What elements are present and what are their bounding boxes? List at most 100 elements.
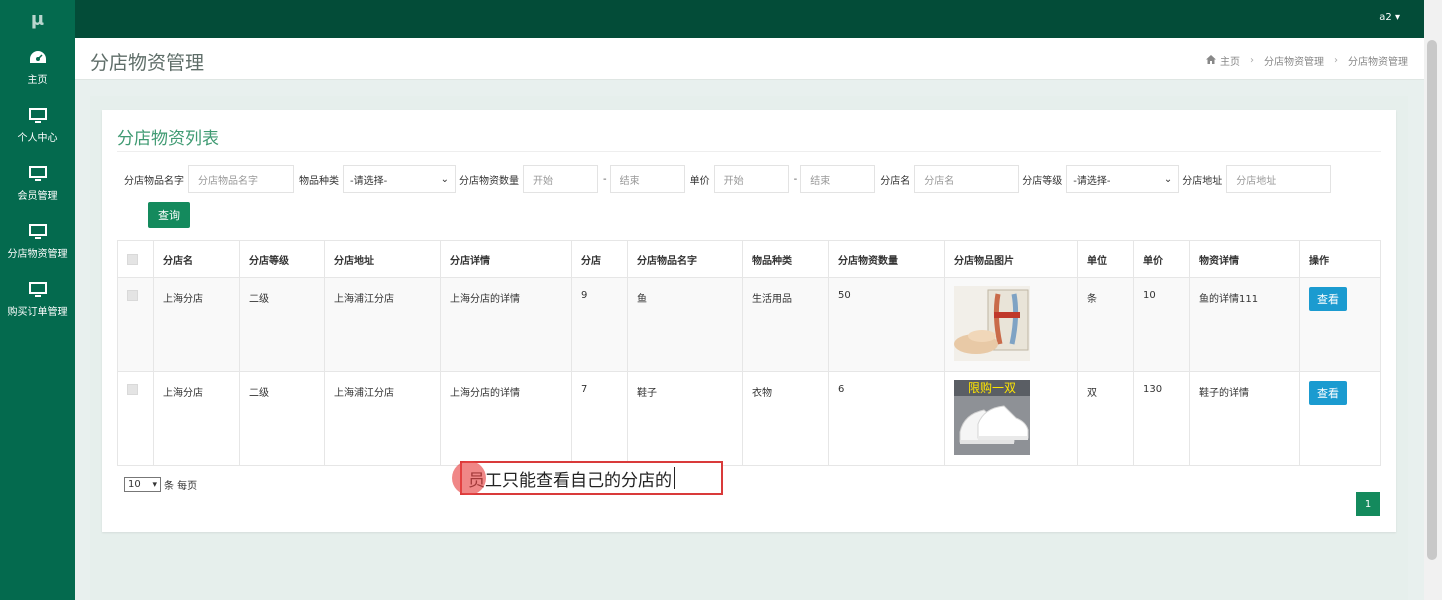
- cell-quantity: 6: [828, 371, 945, 466]
- breadcrumb-level1[interactable]: 分店物资管理: [1264, 53, 1324, 68]
- cell-branch: 上海分店: [153, 371, 240, 466]
- branch-name-input[interactable]: 分店名: [914, 165, 1020, 193]
- user-menu[interactable]: a2 ▾: [1379, 12, 1400, 23]
- list-card: 分店物资列表 分店物品名字 分店物品名字 物品种类 -请选择- ⌄ 分店物资数量…: [102, 110, 1396, 532]
- row-select-cell: [117, 371, 154, 466]
- sidebar-item-label: 购买订单管理: [7, 306, 68, 318]
- sidebar-item-home[interactable]: 主页: [0, 38, 75, 96]
- select-all-cell: [117, 240, 154, 278]
- cell-level: 二级: [239, 371, 325, 466]
- supplies-table: 分店名 分店等级 分店地址 分店详情 分店 分店物品名字 物品种类 分店物资数量…: [117, 240, 1381, 466]
- cell-price: 10: [1133, 277, 1190, 372]
- monitor-icon: [28, 107, 48, 125]
- sidebar-item-orders[interactable]: 购买订单管理: [0, 270, 75, 328]
- filter-label-branch: 分店名: [880, 175, 911, 187]
- level-selected: -请选择-: [1073, 175, 1111, 187]
- page-size-select[interactable]: 10 ▾: [124, 477, 161, 492]
- sidebar-item-label: 个人中心: [17, 132, 58, 144]
- table-row: 上海分店 二级 上海浦江分店 上海分店的详情 9 鱼 生活用品 50 条 10 …: [117, 277, 1381, 372]
- text-caret: [674, 467, 675, 489]
- column-header[interactable]: 分店等级: [239, 240, 325, 278]
- annotation-textbox[interactable]: 员工只能查看自己的分店的: [460, 461, 723, 495]
- divider: [117, 151, 1381, 152]
- page-scrollbar[interactable]: [1424, 0, 1442, 600]
- cell-unit: 双: [1077, 371, 1134, 466]
- column-header[interactable]: 分店物品名字: [627, 240, 743, 278]
- sidebar-item-profile[interactable]: 个人中心: [0, 96, 75, 154]
- chevron-down-icon: ⌄: [1163, 173, 1173, 185]
- dashboard-icon: [28, 49, 48, 67]
- breadcrumb: 主页 › 分店物资管理 › 分店物资管理: [1206, 53, 1408, 68]
- cell-level: 二级: [239, 277, 325, 372]
- filter-label-quantity: 分店物资数量: [459, 175, 519, 187]
- fish-image: [954, 286, 1030, 361]
- cell-action: 查看: [1299, 371, 1381, 466]
- cell-detail: 上海分店的详情: [440, 277, 572, 372]
- scrollbar-thumb[interactable]: [1427, 40, 1437, 560]
- home-icon: [1206, 54, 1216, 67]
- column-header[interactable]: 分店: [571, 240, 628, 278]
- level-select[interactable]: -请选择- ⌄: [1066, 165, 1180, 193]
- column-header[interactable]: 分店详情: [440, 240, 572, 278]
- address-input[interactable]: 分店地址: [1226, 165, 1332, 193]
- cell-unit: 条: [1077, 277, 1134, 372]
- sidebar-item-label: 主页: [27, 74, 48, 86]
- column-header[interactable]: 分店名: [153, 240, 240, 278]
- page-header: 分店物资管理 主页 › 分店物资管理 › 分店物资管理: [75, 38, 1424, 80]
- price-from-input[interactable]: 开始: [713, 165, 789, 193]
- column-header[interactable]: 分店地址: [324, 240, 441, 278]
- view-button[interactable]: 查看: [1309, 287, 1347, 311]
- column-header: 操作: [1299, 240, 1381, 278]
- category-select[interactable]: -请选择- ⌄: [343, 165, 456, 193]
- annotation-text: 员工只能查看自己的分店的: [468, 470, 672, 491]
- table-row: 上海分店 二级 上海浦江分店 上海分店的详情 7 鞋子 衣物 6 限购一双 双 …: [117, 371, 1381, 466]
- chevron-down-icon: ▾: [152, 479, 157, 490]
- page-title: 分店物资管理: [90, 52, 205, 74]
- cell-detail: 上海分店的详情: [440, 371, 572, 466]
- chevron-down-icon: ⌄: [440, 173, 449, 185]
- cell-address: 上海浦江分店: [324, 371, 441, 466]
- sidebar-item-branch-supplies[interactable]: 分店物资管理: [0, 212, 75, 270]
- price-to-input[interactable]: 结束: [800, 165, 876, 193]
- breadcrumb-home[interactable]: 主页: [1220, 53, 1240, 68]
- view-button[interactable]: 查看: [1309, 381, 1347, 405]
- row-checkbox[interactable]: [127, 290, 138, 301]
- quantity-from-input[interactable]: 开始: [523, 165, 598, 193]
- monitor-icon: [28, 281, 48, 299]
- table-header-row: 分店名 分店等级 分店地址 分店详情 分店 分店物品名字 物品种类 分店物资数量…: [117, 240, 1381, 278]
- filter-label-category: 物品种类: [299, 175, 339, 187]
- cell-image: [944, 277, 1078, 372]
- cell-branch: 上海分店: [153, 277, 240, 372]
- row-checkbox[interactable]: [127, 384, 138, 395]
- query-button[interactable]: 查询: [148, 202, 190, 228]
- column-header[interactable]: 分店物资数量: [828, 240, 945, 278]
- filter-label-item-name: 分店物品名字: [124, 175, 184, 187]
- cell-category: 衣物: [742, 371, 829, 466]
- page-size-control: 10 ▾ 条 每页: [124, 477, 197, 492]
- monitor-icon: [28, 223, 48, 241]
- top-bar: a2 ▾: [75, 0, 1424, 38]
- page-button-1[interactable]: 1: [1356, 492, 1380, 516]
- card-title: 分店物资列表: [117, 129, 219, 149]
- cell-quantity: 50: [828, 277, 945, 372]
- column-header[interactable]: 物资详情: [1189, 240, 1300, 278]
- page-size-value: 10: [128, 479, 141, 490]
- sidebar-item-members[interactable]: 会员管理: [0, 154, 75, 212]
- select-all-checkbox[interactable]: [127, 253, 138, 265]
- cell-category: 生活用品: [742, 277, 829, 372]
- column-header[interactable]: 单价: [1133, 240, 1190, 278]
- column-header[interactable]: 分店物品图片: [944, 240, 1078, 278]
- breadcrumb-separator: ›: [1250, 55, 1254, 66]
- cell-price: 130: [1133, 371, 1190, 466]
- per-page-label: 条 每页: [164, 481, 198, 492]
- quantity-to-input[interactable]: 结束: [609, 165, 685, 193]
- breadcrumb-separator: ›: [1334, 55, 1338, 66]
- item-name-input[interactable]: 分店物品名字: [188, 165, 294, 193]
- cell-action: 查看: [1299, 277, 1381, 372]
- cell-store: 9: [571, 277, 628, 372]
- cell-item-detail: 鞋子的详情: [1189, 371, 1300, 466]
- column-header[interactable]: 物品种类: [742, 240, 829, 278]
- column-header[interactable]: 单位: [1077, 240, 1134, 278]
- range-dash: -: [603, 173, 607, 185]
- cell-item: 鱼: [627, 277, 743, 372]
